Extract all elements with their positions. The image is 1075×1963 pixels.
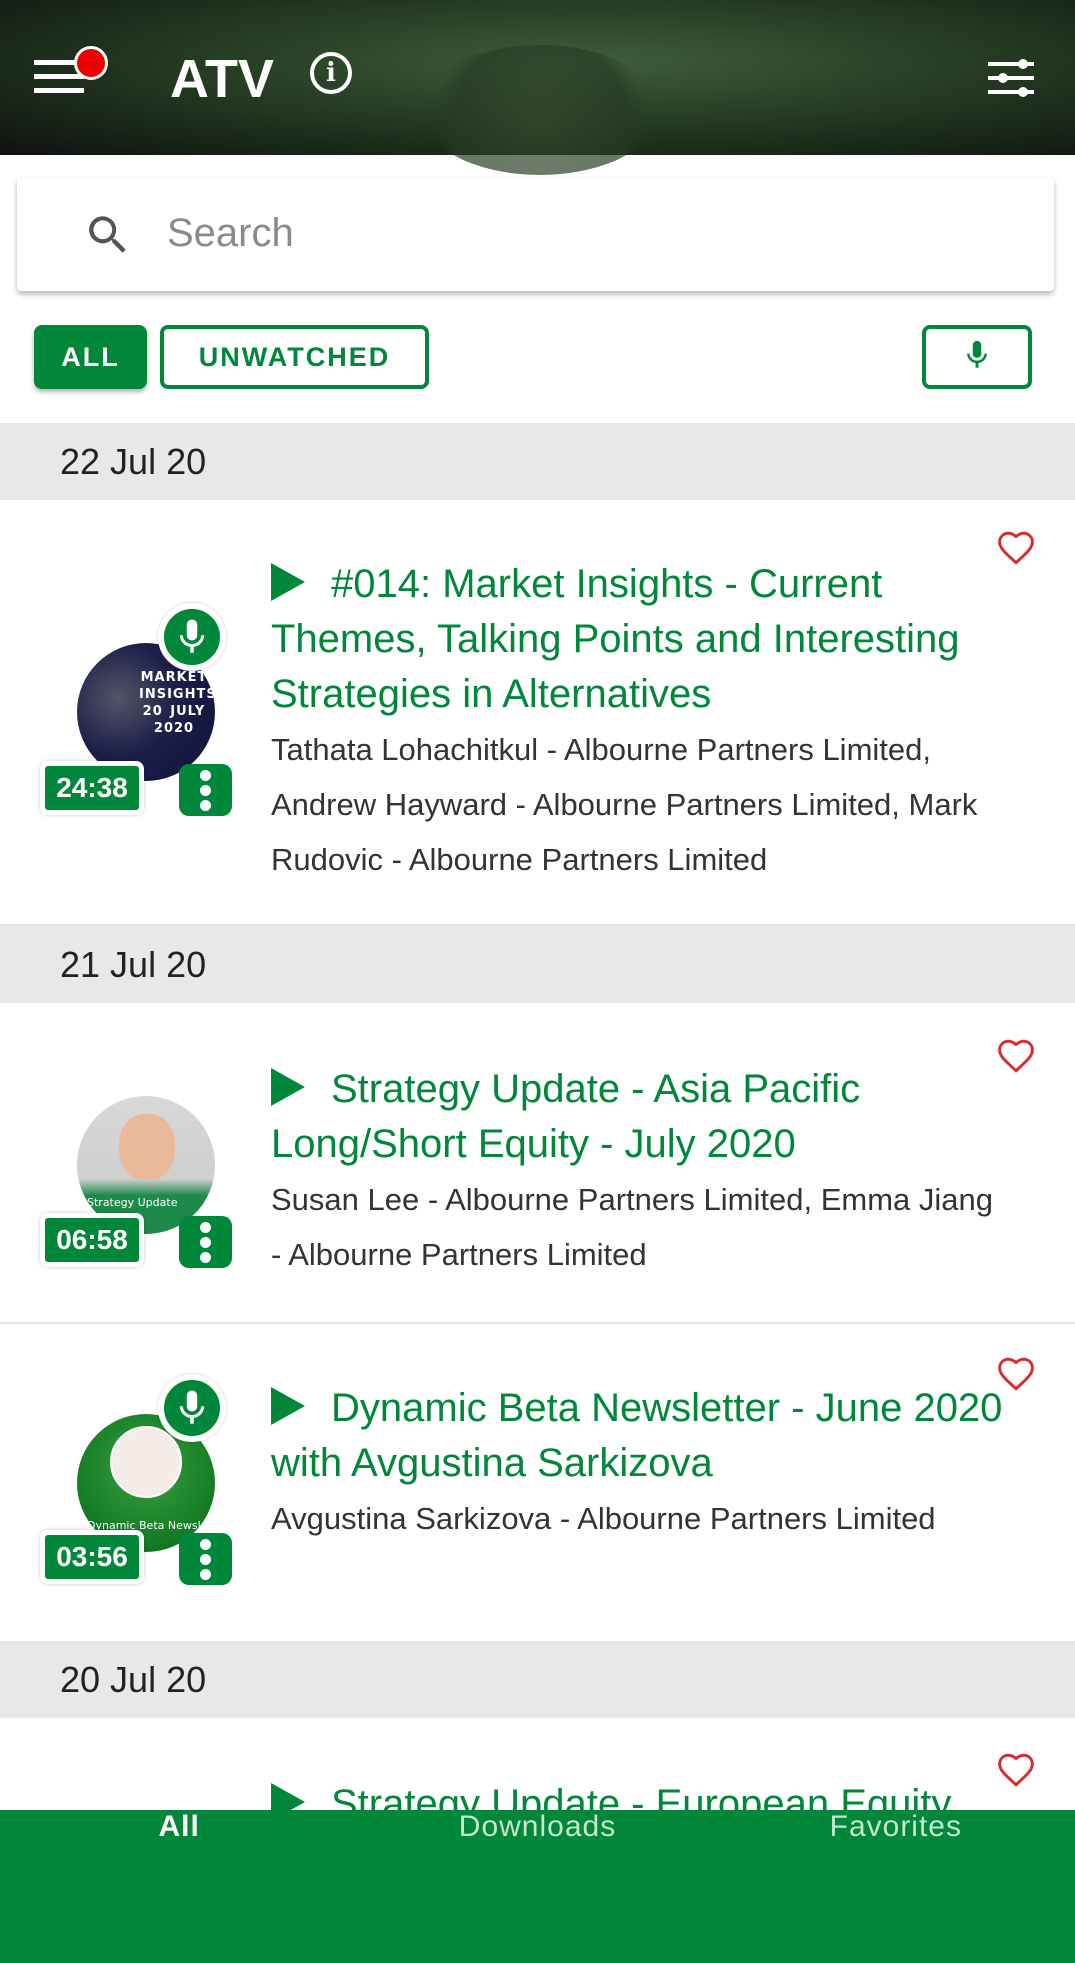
date-header: 21 Jul 20 bbox=[0, 926, 1075, 1003]
nav-tab-downloads[interactable]: Downloads bbox=[358, 1810, 716, 1963]
bottom-navigation: All Downloads Favorites bbox=[0, 1810, 1075, 1963]
item-speakers: Tathata Lohachitkul - Albourne Partners … bbox=[271, 732, 978, 877]
list-item[interactable]: Dynamic Beta Newsletter 03:56 Dynamic Be… bbox=[0, 1324, 1075, 1640]
item-title[interactable]: Dynamic Beta Newsletter - June 2020 with… bbox=[271, 1381, 1011, 1491]
favorite-heart-icon[interactable] bbox=[996, 530, 1036, 566]
item-speakers: Susan Lee - Albourne Partners Limited, E… bbox=[271, 1182, 993, 1272]
filter-all-button[interactable]: ALL bbox=[34, 325, 147, 389]
audio-badge bbox=[158, 1374, 226, 1442]
header-background-image bbox=[420, 45, 660, 175]
item-title[interactable]: Strategy Update - Asia Pacific Long/Shor… bbox=[271, 1062, 1011, 1172]
favorite-heart-icon[interactable] bbox=[996, 1038, 1036, 1074]
duration-badge: 06:58 bbox=[40, 1213, 144, 1267]
app-title: ATV bbox=[170, 49, 274, 109]
info-icon[interactable]: i bbox=[310, 52, 352, 94]
filter-unwatched-button[interactable]: UNWATCHED bbox=[160, 325, 429, 389]
duration-badge: 24:38 bbox=[40, 761, 144, 815]
thumbnail-text: Strategy Update bbox=[87, 1196, 178, 1209]
mic-icon bbox=[179, 619, 205, 653]
nav-tab-all[interactable]: All bbox=[0, 1810, 358, 1963]
more-options-button[interactable] bbox=[179, 764, 232, 816]
audio-badge bbox=[158, 603, 226, 671]
more-options-button[interactable] bbox=[179, 1216, 232, 1268]
nav-tab-favorites[interactable]: Favorites bbox=[717, 1810, 1075, 1963]
duration-badge: 03:56 bbox=[40, 1530, 144, 1584]
list-item[interactable]: MARKET INSIGHTS 20 JULY 2020 24:38 #014:… bbox=[0, 500, 1075, 926]
search-bar bbox=[17, 178, 1054, 291]
play-icon bbox=[271, 563, 305, 601]
app-header: ATV i bbox=[0, 0, 1075, 175]
item-speakers: Avgustina Sarkizova - Albourne Partners … bbox=[271, 1501, 936, 1536]
mic-icon bbox=[179, 1390, 205, 1424]
thumbnail-text: MARKET INSIGHTS 20 JULY 2020 bbox=[139, 670, 215, 736]
item-title[interactable]: #014: Market Insights - Current Themes, … bbox=[271, 557, 1011, 722]
favorite-heart-icon[interactable] bbox=[996, 1356, 1036, 1392]
tune-icon[interactable] bbox=[988, 58, 1034, 98]
mic-icon bbox=[967, 340, 987, 368]
search-input[interactable] bbox=[167, 198, 1017, 268]
date-header: 20 Jul 20 bbox=[0, 1641, 1075, 1718]
date-header: 22 Jul 20 bbox=[0, 423, 1075, 500]
play-icon bbox=[271, 1068, 305, 1106]
more-options-button[interactable] bbox=[179, 1533, 232, 1585]
audio-filter-button[interactable] bbox=[922, 325, 1032, 389]
search-icon bbox=[89, 216, 126, 253]
notification-badge bbox=[74, 46, 108, 80]
list-item[interactable]: Strategy Update 06:58 Strategy Update - … bbox=[0, 1004, 1075, 1324]
play-icon bbox=[271, 1387, 305, 1425]
list-item[interactable]: Strategy Update - European Equity bbox=[0, 1720, 1075, 1820]
favorite-heart-icon[interactable] bbox=[996, 1752, 1036, 1788]
